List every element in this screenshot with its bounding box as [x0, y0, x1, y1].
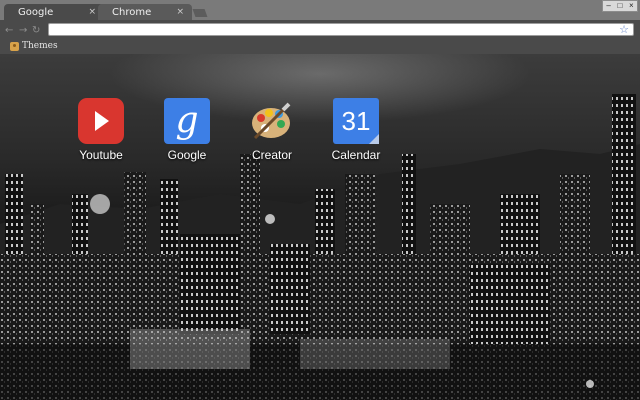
minimize-icon[interactable]: –: [606, 1, 610, 11]
maximize-icon[interactable]: □: [617, 1, 622, 11]
address-bar[interactable]: ☆: [48, 23, 634, 36]
close-icon[interactable]: ×: [176, 7, 184, 17]
tab-google[interactable]: Google ×: [4, 4, 104, 20]
app-creator[interactable]: Creator: [232, 98, 312, 162]
tab-label: Chrome: [112, 7, 152, 18]
youtube-icon: [78, 98, 124, 144]
palette-icon: [249, 98, 295, 144]
window-controls: – □ ×: [602, 0, 638, 12]
back-icon[interactable]: ←: [5, 25, 13, 36]
new-tab-button[interactable]: [192, 9, 208, 17]
app-label: Youtube: [79, 148, 123, 162]
close-window-icon[interactable]: ×: [629, 1, 634, 11]
bookmarks-bar: Themes: [0, 40, 640, 54]
star-icon[interactable]: ☆: [619, 23, 629, 36]
apps-grid: Youtube g Google Creator 31 Calendar: [0, 54, 640, 254]
app-label: Creator: [251, 148, 292, 162]
app-label: Google: [167, 148, 207, 162]
calendar-icon: 31: [333, 98, 379, 144]
app-youtube[interactable]: Youtube: [61, 98, 141, 162]
themes-icon: [10, 41, 19, 51]
bookmark-label: Themes: [22, 41, 58, 51]
forward-icon[interactable]: →: [19, 25, 27, 36]
close-icon[interactable]: ×: [88, 7, 96, 17]
google-icon: g: [164, 98, 210, 144]
reload-icon[interactable]: ↻: [32, 25, 40, 36]
new-tab-page: Youtube g Google Creator 31 Calendar: [0, 54, 640, 400]
tab-label: Google: [18, 7, 54, 18]
app-label: Calendar: [331, 148, 381, 162]
app-google[interactable]: g Google: [147, 98, 227, 162]
tab-strip: Google × Chrome × – □ ×: [0, 0, 640, 20]
bookmark-themes[interactable]: Themes: [10, 41, 58, 51]
browser-window: Google × Chrome × – □ × ← → ↻ ☆ Themes Y…: [0, 0, 640, 400]
app-calendar[interactable]: 31 Calendar: [316, 98, 396, 162]
tab-chrome[interactable]: Chrome ×: [98, 4, 192, 20]
toolbar: ← → ↻ ☆: [0, 20, 640, 40]
